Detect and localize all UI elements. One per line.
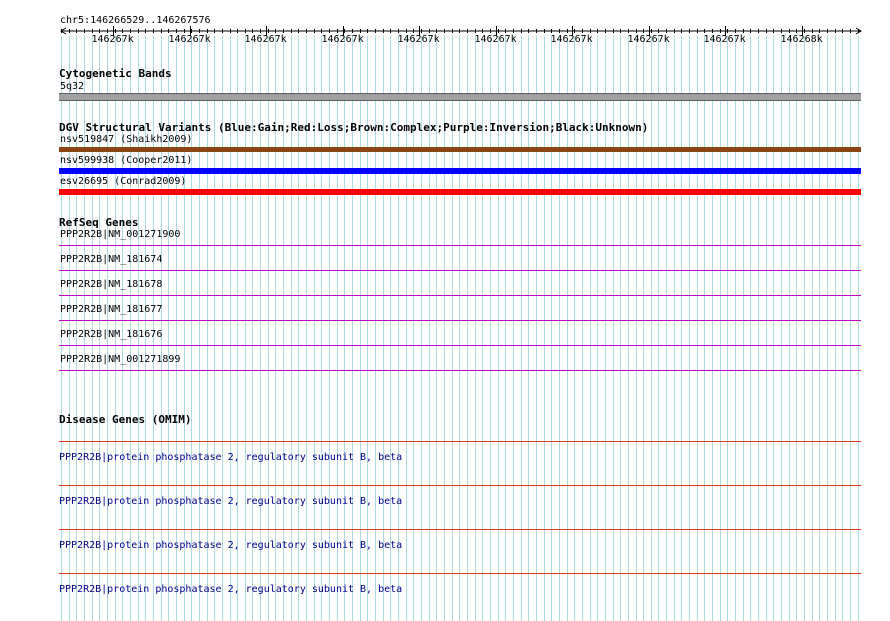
ruler-tick-label: 146267k [550, 34, 593, 45]
refseq-gene-feature[interactable] [59, 245, 861, 246]
refseq-gene-label[interactable]: PPP2R2B|NM_001271899 [60, 354, 180, 366]
ruler-tick-label: 146267k [321, 34, 364, 45]
refseq-gene-feature[interactable] [59, 345, 861, 346]
omim-gene-label[interactable]: PPP2R2B|protein phosphatase 2, regulator… [59, 452, 402, 464]
ruler-tick-label: 146267k [397, 34, 440, 45]
dgv-variant-bar[interactable] [59, 189, 861, 195]
refseq-track-title: RefSeq Genes [59, 216, 139, 229]
dgv-item-label[interactable]: nsv519847 (Shaikh2009) [60, 134, 192, 146]
ruler-tick-label: 146267k [703, 34, 746, 45]
omim-gene-feature[interactable] [59, 573, 861, 574]
omim-gene-label[interactable]: PPP2R2B|protein phosphatase 2, regulator… [59, 584, 402, 596]
omim-gene-label[interactable]: PPP2R2B|protein phosphatase 2, regulator… [59, 540, 402, 552]
ruler-tick-label: 146267k [627, 34, 670, 45]
dgv-track-title: DGV Structural Variants (Blue:Gain;Red:L… [59, 121, 649, 134]
refseq-gene-label[interactable]: PPP2R2B|NM_181677 [60, 304, 162, 316]
refseq-gene-label[interactable]: PPP2R2B|NM_001271900 [60, 229, 180, 241]
refseq-gene-label[interactable]: PPP2R2B|NM_181678 [60, 279, 162, 291]
dgv-variant-bar[interactable] [59, 147, 861, 152]
refseq-gene-feature[interactable] [59, 370, 861, 371]
omim-gene-feature[interactable] [59, 529, 861, 530]
cytoband-label[interactable]: 5q32 [60, 81, 84, 93]
omim-track-title: Disease Genes (OMIM) [59, 413, 192, 426]
ruler-tick-label: 146267k [168, 34, 211, 45]
cytoband-track-title: Cytogenetic Bands [59, 67, 172, 80]
refseq-gene-feature[interactable] [59, 295, 861, 296]
refseq-gene-feature[interactable] [59, 320, 861, 321]
dgv-item-label[interactable]: nsv599938 (Cooper2011) [60, 155, 192, 167]
refseq-gene-label[interactable]: PPP2R2B|NM_181674 [60, 254, 162, 266]
refseq-gene-feature[interactable] [59, 270, 861, 271]
dgv-variant-bar[interactable] [59, 168, 861, 174]
ruler[interactable] [0, 0, 890, 60]
ruler-tick-label: 146267k [474, 34, 517, 45]
ruler-tick-label: 146267k [244, 34, 287, 45]
refseq-gene-label[interactable]: PPP2R2B|NM_181676 [60, 329, 162, 341]
dgv-item-label[interactable]: esv26695 (Conrad2009) [60, 176, 186, 188]
cytoband-bar[interactable] [59, 93, 861, 101]
ruler-tick-label: 146268k [780, 34, 823, 45]
omim-gene-feature[interactable] [59, 485, 861, 486]
ruler-tick-label: 146267k [91, 34, 134, 45]
omim-gene-label[interactable]: PPP2R2B|protein phosphatase 2, regulator… [59, 496, 402, 508]
omim-gene-feature[interactable] [59, 441, 861, 442]
